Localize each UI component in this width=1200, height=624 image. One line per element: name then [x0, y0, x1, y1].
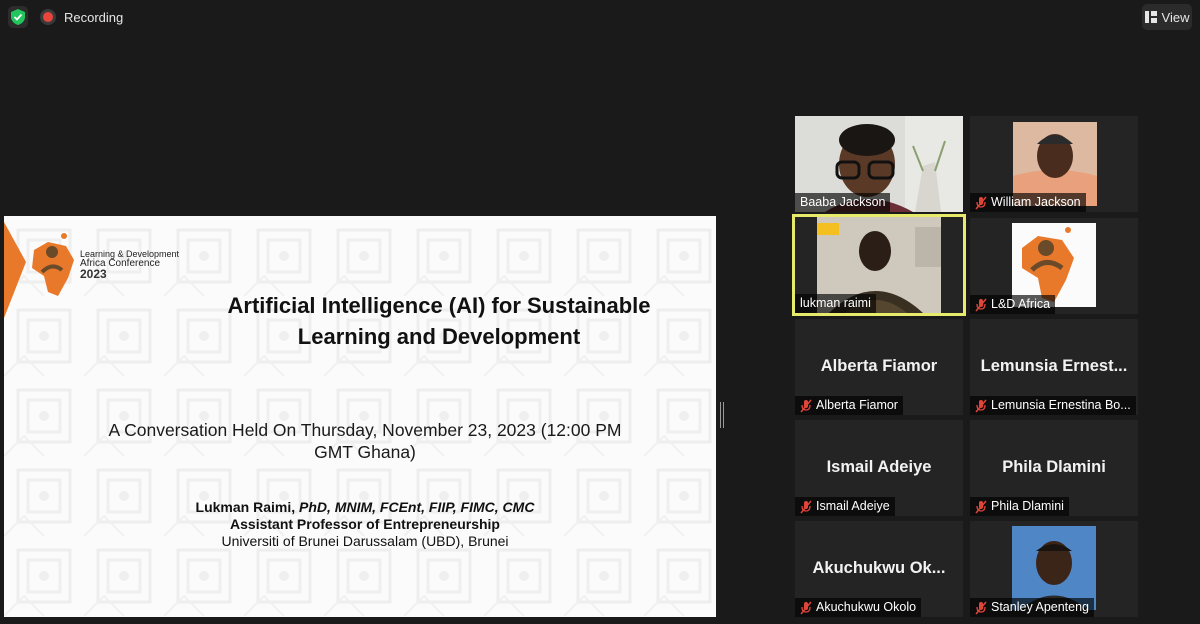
slide-author-block: Lukman Raimi, PhD, MNIM, FCEnt, FIIP, FI…	[4, 499, 716, 550]
participant-name-label: Akuchukwu Okolo	[795, 598, 922, 617]
participant-tile-akuchukwu-okolo[interactable]: Akuchukwu Ok... Akuchukwu Okolo	[795, 521, 963, 617]
author-credentials: PhD, MNIM, FCEnt, FIIP, FIMC, CMC	[295, 499, 535, 515]
panel-resize-handle[interactable]	[720, 402, 724, 428]
slide-title: Artificial Intelligence (AI) for Sustain…	[4, 290, 716, 352]
slide-title-line2: Learning and Development	[297, 324, 581, 349]
muted-microphone-icon	[800, 500, 812, 513]
muted-microphone-icon	[800, 399, 812, 412]
security-shield-icon[interactable]	[8, 6, 28, 28]
participant-display-name: Alberta Fiamor	[820, 357, 938, 375]
muted-microphone-icon	[975, 601, 987, 614]
participant-display-name: Phila Dlamini	[1002, 458, 1106, 476]
participant-name-label: Baaba Jackson	[795, 193, 891, 212]
participant-tile-phila-dlamini[interactable]: Phila Dlamini Phila Dlamini	[970, 420, 1138, 516]
slide-subtitle-line1: A Conversation Held On Thursday, Novembe…	[108, 420, 622, 440]
participant-display-name: Lemunsia Ernest...	[980, 357, 1128, 375]
participant-tile-baaba-jackson[interactable]: Baaba Jackson	[795, 116, 963, 212]
author-title: Assistant Professor of Entrepreneurship	[230, 516, 500, 532]
shared-screen-slide: Learning & Development Africa Conference…	[4, 216, 716, 617]
participant-name-label: Phila Dlamini	[970, 497, 1069, 516]
participant-name-label: Alberta Fiamor	[795, 396, 903, 415]
participant-tile-stanley-apenteng[interactable]: Stanley Apenteng	[970, 521, 1138, 617]
participant-name-label: lukman raimi	[795, 294, 876, 313]
participant-name-label: Stanley Apenteng	[970, 598, 1094, 617]
slide-subtitle: A Conversation Held On Thursday, Novembe…	[4, 419, 716, 463]
record-icon	[40, 9, 56, 25]
view-label: View	[1161, 9, 1190, 25]
author-name: Lukman Raimi,	[195, 499, 296, 515]
author-affiliation: Universiti of Brunei Darussalam (UBD), B…	[221, 533, 509, 549]
participant-display-name: Ismail Adeiye	[826, 458, 932, 476]
muted-microphone-icon	[975, 298, 987, 311]
muted-microphone-icon	[975, 399, 987, 412]
slide-subtitle-line2: GMT Ghana)	[314, 442, 416, 462]
muted-microphone-icon	[800, 601, 812, 614]
muted-microphone-icon	[975, 196, 987, 209]
participant-tile-ismail-adeiye[interactable]: Ismail Adeiye Ismail Adeiye	[795, 420, 963, 516]
participant-tile-alberta-fiamor[interactable]: Alberta Fiamor Alberta Fiamor	[795, 319, 963, 415]
view-button[interactable]: View	[1142, 4, 1192, 30]
participant-tile-lukman-raimi[interactable]: lukman raimi	[792, 214, 966, 316]
recording-indicator[interactable]: Recording	[40, 6, 123, 28]
participant-name-label: L&D Africa	[970, 295, 1056, 314]
participant-tile-lemunsia-ernestina[interactable]: Lemunsia Ernest... Lemunsia Ernestina Bo…	[970, 319, 1138, 415]
participant-tile-ld-africa[interactable]: L&D Africa	[970, 218, 1138, 314]
grid-view-icon	[1144, 11, 1157, 23]
slide-title-line1: Artificial Intelligence (AI) for Sustain…	[227, 293, 651, 318]
participant-name-label: Lemunsia Ernestina Bo...	[970, 396, 1136, 415]
participant-name-label: Ismail Adeiye	[795, 497, 895, 516]
muted-microphone-icon	[975, 500, 987, 513]
participant-tile-william-jackson[interactable]: William Jackson	[970, 116, 1138, 212]
participant-display-name: Akuchukwu Ok...	[812, 559, 946, 577]
logo-year: 2023	[80, 267, 107, 281]
recording-label: Recording	[64, 9, 124, 25]
participant-name-label: William Jackson	[970, 193, 1086, 212]
